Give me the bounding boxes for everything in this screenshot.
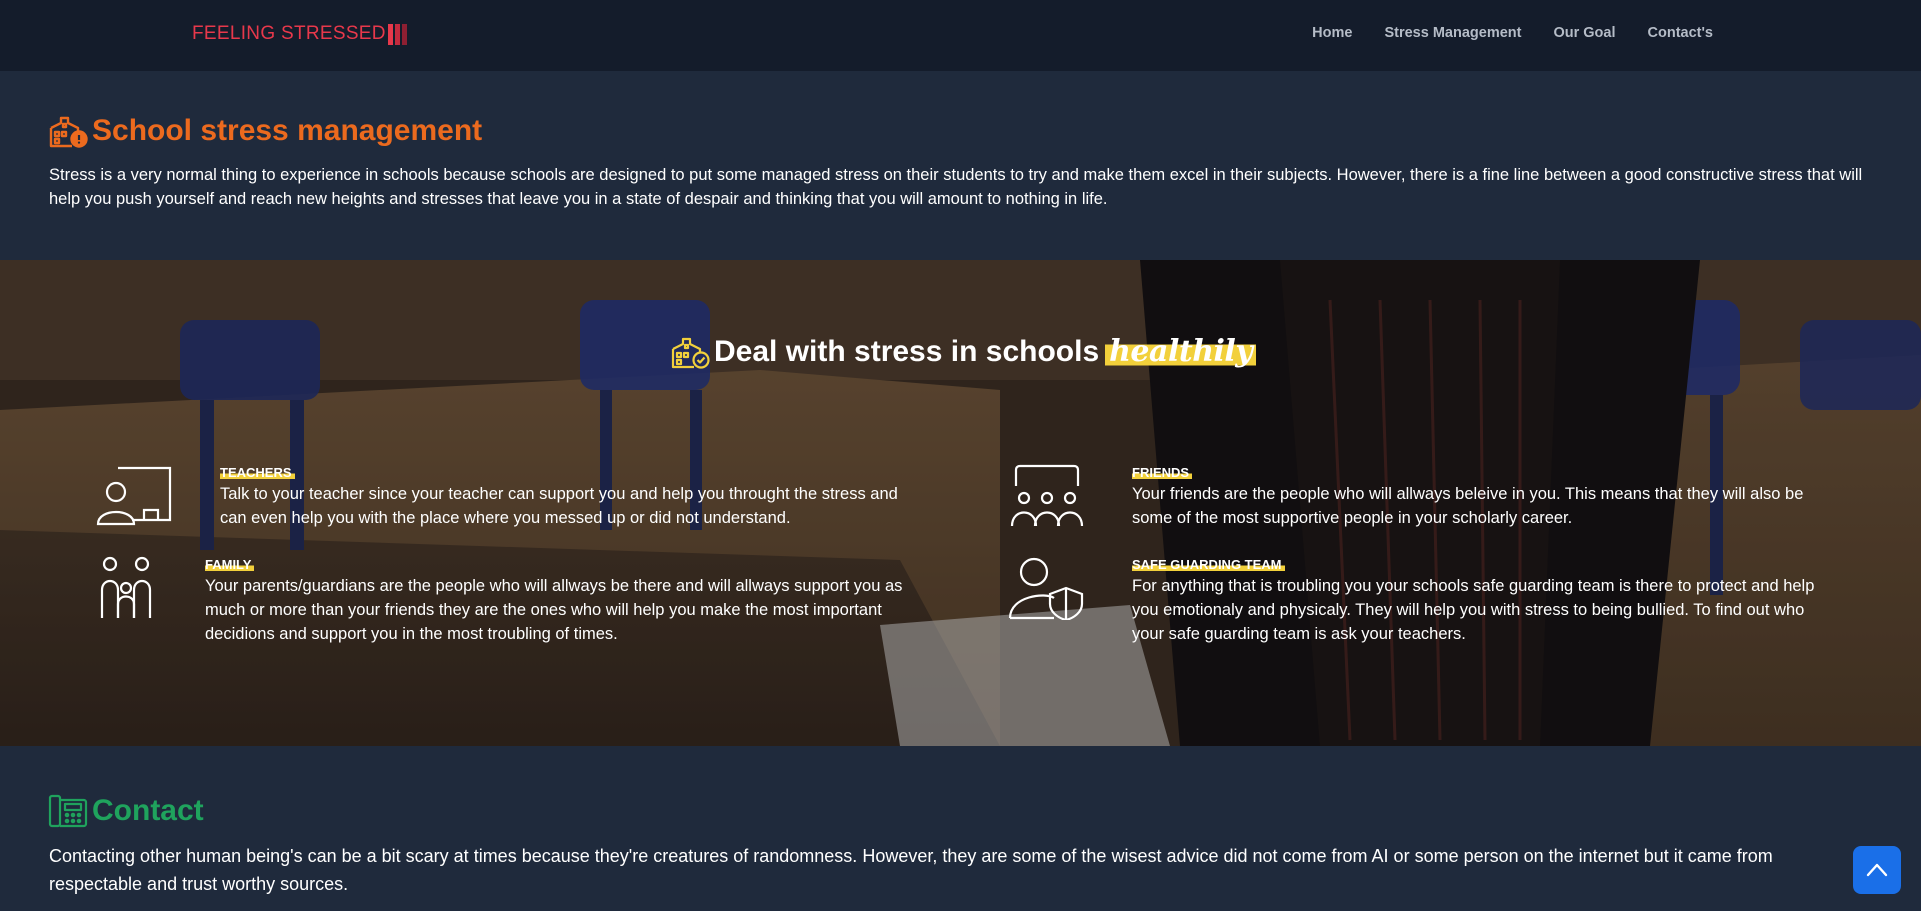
- contact-title-text: Contact: [92, 794, 204, 827]
- card-title-family: FAMILY: [205, 557, 255, 572]
- contact-section: Contact Contacting other human being's c…: [0, 746, 1921, 911]
- school-description: Stress is a very normal thing to experie…: [49, 166, 1863, 208]
- brand-name: FEELING STRESSED: [192, 23, 386, 44]
- friends-group-icon: [1010, 464, 1084, 527]
- deal-title-text: Deal with stress in schools: [714, 334, 1100, 368]
- card-text-friends: Your friends are the people who will all…: [1132, 485, 1804, 527]
- brand-bars-icon: [387, 23, 409, 45]
- card-text-family: Your parents/guardians are the people wh…: [205, 577, 903, 643]
- school-title-text: School stress management: [92, 114, 483, 147]
- card-title-safe-guarding-team: SAFE GUARDING TEAM: [1132, 557, 1285, 572]
- navbar: FEELING STRESSED Home Stress Management …: [0, 0, 1921, 71]
- deal-section-title: Deal with stress in schools healthily: [670, 334, 1257, 369]
- main-nav: Home Stress Management Our Goal Contact'…: [1312, 25, 1713, 41]
- teacher-board-icon: [96, 466, 172, 526]
- deal-title-highlight: healthily: [1105, 334, 1257, 369]
- school-section-title: School stress management: [48, 114, 482, 148]
- contact-description: Contacting other human being's can be a …: [49, 846, 1773, 894]
- nav-link-stress-management[interactable]: Stress Management: [1384, 25, 1521, 41]
- contact-section-title: Contact: [48, 794, 204, 828]
- nav-link-contacts[interactable]: Contact's: [1648, 25, 1713, 41]
- chevron-up-icon: [1866, 863, 1888, 877]
- back-to-top-button[interactable]: [1853, 846, 1901, 894]
- deal-with-stress-section: Deal with stress in schools healthily TE…: [0, 260, 1921, 746]
- school-alert-icon: [49, 116, 88, 148]
- card-text-teachers: Talk to your teacher since your teacher …: [220, 485, 898, 527]
- fax-phone-icon: [48, 794, 88, 828]
- card-title-teachers: TEACHERS: [220, 465, 295, 480]
- family-icon: [100, 556, 152, 618]
- school-check-icon: [671, 337, 710, 369]
- nav-link-our-goal[interactable]: Our Goal: [1553, 25, 1615, 41]
- brand-logo[interactable]: FEELING STRESSED: [192, 23, 409, 45]
- nav-link-home[interactable]: Home: [1312, 25, 1352, 41]
- card-text-safe-guarding-team: For anything that is troubling you your …: [1132, 577, 1815, 643]
- school-stress-section: School stress management Stress is a ver…: [0, 71, 1921, 260]
- card-title-friends: FRIENDS: [1132, 465, 1193, 480]
- user-shield-icon: [1008, 557, 1084, 620]
